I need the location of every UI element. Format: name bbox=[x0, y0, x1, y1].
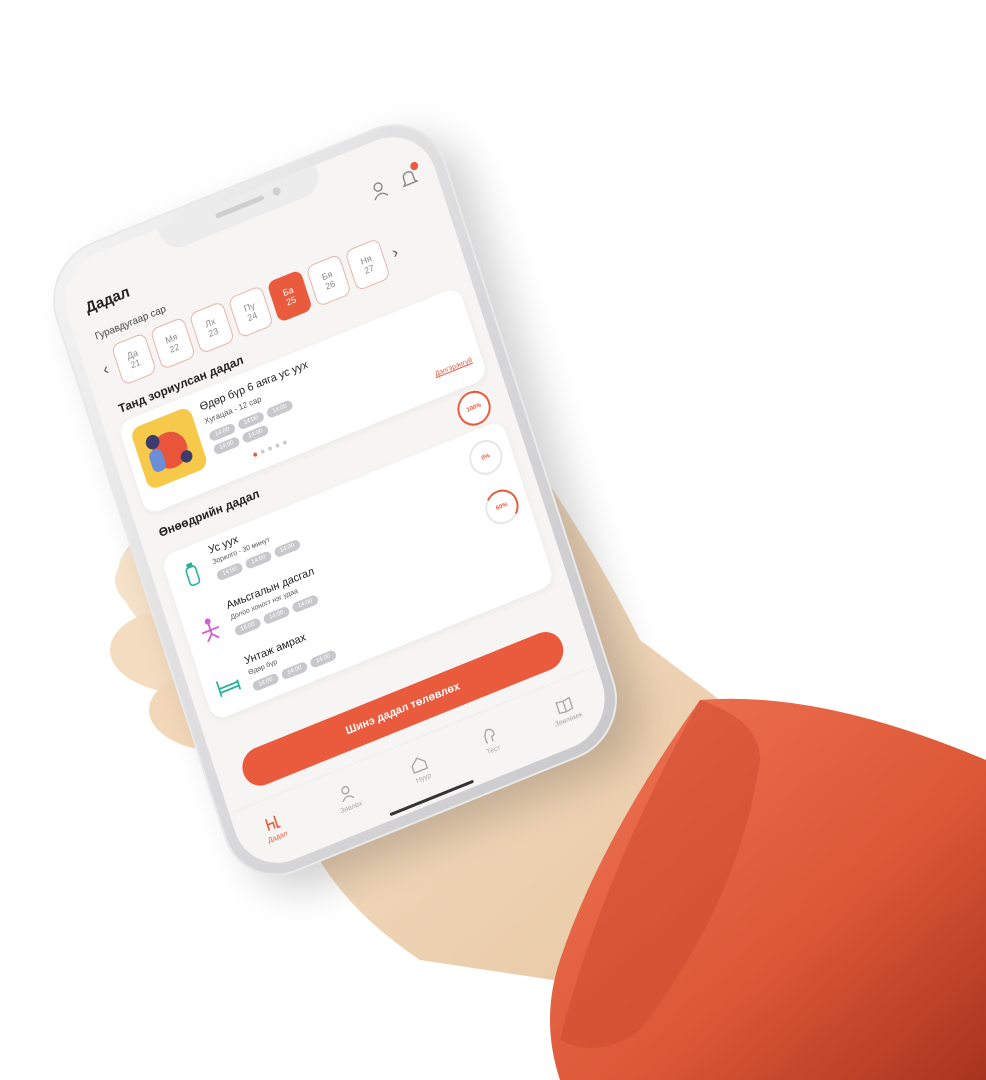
task-progress-ring: 60% bbox=[480, 484, 523, 530]
day-24[interactable]: Пү 24 bbox=[227, 285, 274, 339]
chevron-left-icon[interactable]: ‹ bbox=[98, 359, 115, 381]
detail-link[interactable]: Дэлгэрэнгүй bbox=[434, 357, 473, 379]
tab-advisor[interactable]: Зөвлөх bbox=[333, 780, 363, 815]
time-chip: 14:00 bbox=[280, 660, 309, 681]
time-chip: 14:00 bbox=[233, 617, 262, 637]
time-chip: 14:00 bbox=[244, 550, 273, 570]
carousel-dot[interactable] bbox=[274, 442, 280, 449]
day-22[interactable]: Мя 22 bbox=[149, 316, 197, 371]
bell-icon[interactable] bbox=[396, 160, 421, 192]
page-title: Дадал bbox=[83, 282, 132, 317]
day-26[interactable]: Бя 26 bbox=[305, 253, 352, 308]
water-bottle-icon bbox=[185, 562, 201, 587]
tab-home[interactable]: Нүүр bbox=[408, 752, 433, 785]
time-chip: 14:00 bbox=[215, 561, 244, 582]
camera bbox=[271, 186, 282, 197]
tab-label: Нүүр bbox=[415, 772, 433, 785]
tab-label: Тест bbox=[485, 744, 502, 757]
tab-recommendation[interactable]: Зөвлөмж bbox=[548, 691, 583, 729]
time-chip: 14:00 bbox=[251, 672, 280, 693]
time-chip: 14:00 bbox=[291, 593, 320, 614]
tab-habit[interactable]: Дадал bbox=[261, 810, 289, 845]
day-23[interactable]: Лх 23 bbox=[188, 300, 236, 355]
day-21[interactable]: Да 21 bbox=[110, 332, 158, 386]
time-chip: 14:00 bbox=[262, 605, 291, 626]
habit-icon bbox=[264, 815, 281, 831]
tab-test[interactable]: Тест bbox=[478, 724, 503, 757]
speaker bbox=[214, 194, 265, 219]
carousel-dot[interactable] bbox=[260, 448, 266, 455]
carousel-dot[interactable] bbox=[267, 445, 273, 452]
chevron-right-icon[interactable]: › bbox=[387, 243, 404, 265]
profile-icon[interactable] bbox=[367, 177, 392, 204]
task-progress-ring: 0% bbox=[464, 434, 507, 480]
time-chip: 14:00 bbox=[273, 538, 302, 559]
day-27[interactable]: Ня 27 bbox=[344, 237, 391, 292]
carousel-dot[interactable] bbox=[252, 451, 258, 458]
advisor-icon bbox=[341, 785, 355, 803]
featured-illustration bbox=[129, 405, 209, 491]
test-icon bbox=[484, 728, 495, 745]
time-chip: 14:00 bbox=[265, 399, 294, 419]
time-chip: 14:00 bbox=[309, 649, 338, 669]
yoga-icon bbox=[201, 618, 220, 643]
home-icon bbox=[411, 757, 429, 774]
bed-icon bbox=[215, 679, 242, 698]
carousel-dot[interactable] bbox=[282, 439, 288, 446]
day-25-selected[interactable]: Ба 25 bbox=[266, 269, 313, 323]
book-icon bbox=[554, 696, 574, 715]
carousel-dots[interactable] bbox=[252, 439, 288, 458]
